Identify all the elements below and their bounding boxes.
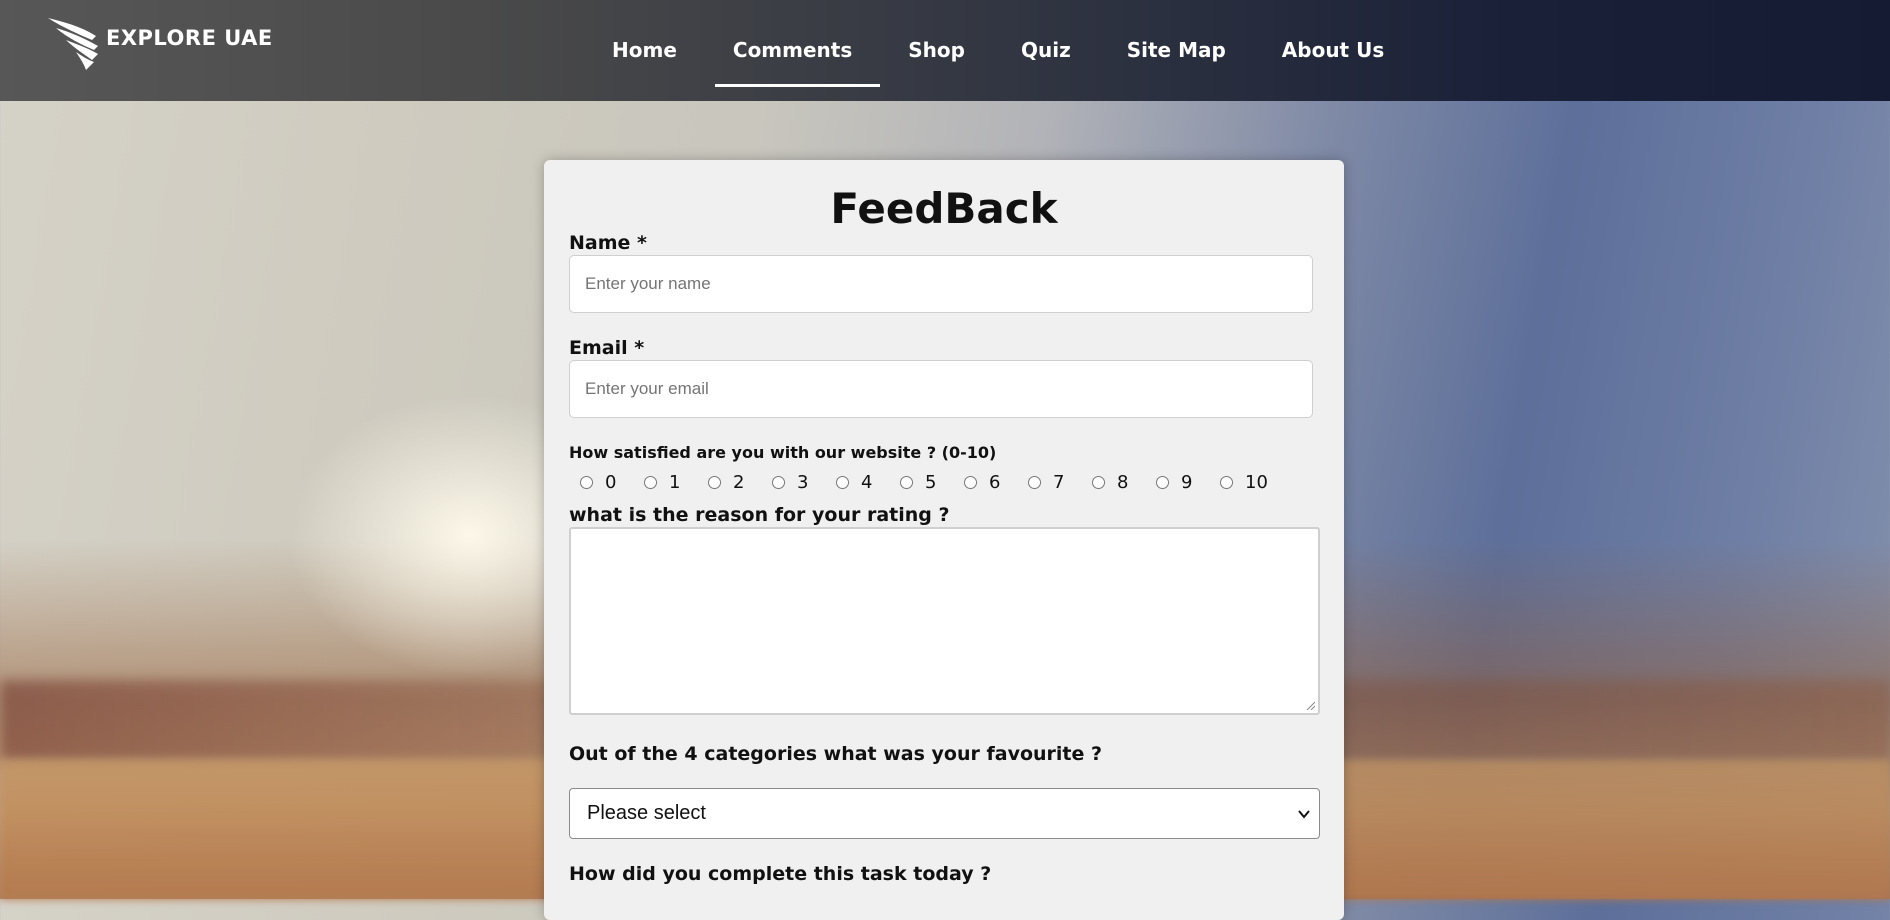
wing-icon <box>48 18 98 70</box>
nav-home[interactable]: Home <box>584 0 705 101</box>
page-title: FeedBack <box>830 184 1058 233</box>
nav-about-us[interactable]: About Us <box>1254 0 1412 101</box>
rating-option[interactable]: 5 <box>900 472 964 493</box>
name-label: Name * <box>569 232 647 254</box>
rating-option[interactable]: 1 <box>644 472 708 493</box>
logo-text: EXPLORE UAE <box>106 26 273 50</box>
rating-option[interactable]: 4 <box>836 472 900 493</box>
rating-option[interactable]: 0 <box>580 472 644 493</box>
resize-handle-icon[interactable] <box>1305 700 1315 710</box>
site-header: EXPLORE UAE Home Comments Shop Quiz Site… <box>0 0 1890 101</box>
radio-button[interactable] <box>1092 476 1105 489</box>
rating-option[interactable]: 2 <box>708 472 772 493</box>
rating-option[interactable]: 10 <box>1220 472 1284 493</box>
radio-button[interactable] <box>836 476 849 489</box>
nav-shop[interactable]: Shop <box>880 0 993 101</box>
radio-button[interactable] <box>964 476 977 489</box>
favourite-label: Out of the 4 categories what was your fa… <box>569 743 1103 765</box>
rating-option[interactable]: 6 <box>964 472 1028 493</box>
rating-option[interactable]: 3 <box>772 472 836 493</box>
nav-comments[interactable]: Comments <box>705 0 881 101</box>
reason-label: what is the reason for your rating ? <box>569 504 950 526</box>
main-nav: Home Comments Shop Quiz Site Map About U… <box>584 0 1412 101</box>
radio-button[interactable] <box>772 476 785 489</box>
favourite-select[interactable]: Please select <box>569 788 1320 839</box>
radio-button[interactable] <box>580 476 593 489</box>
radio-button[interactable] <box>1028 476 1041 489</box>
radio-button[interactable] <box>900 476 913 489</box>
radio-button[interactable] <box>708 476 721 489</box>
radio-button[interactable] <box>1220 476 1233 489</box>
task-label: How did you complete this task today ? <box>569 863 992 885</box>
name-field[interactable] <box>569 255 1313 313</box>
nav-site-map[interactable]: Site Map <box>1099 0 1254 101</box>
nav-quiz[interactable]: Quiz <box>993 0 1099 101</box>
reason-textarea[interactable] <box>569 527 1320 715</box>
satisfaction-radio-group: 0 1 2 3 4 5 6 7 8 9 10 <box>580 472 1284 493</box>
radio-button[interactable] <box>1156 476 1169 489</box>
radio-button[interactable] <box>644 476 657 489</box>
email-field[interactable] <box>569 360 1313 418</box>
rating-option[interactable]: 8 <box>1092 472 1156 493</box>
chevron-down-icon <box>1298 810 1310 819</box>
rating-option[interactable]: 9 <box>1156 472 1220 493</box>
feedback-card: FeedBack Name * Email * How satisfied ar… <box>544 160 1344 920</box>
email-label: Email * <box>569 337 645 359</box>
logo[interactable]: EXPLORE UAE <box>46 16 273 72</box>
satisfaction-label: How satisfied are you with our website ?… <box>569 443 997 462</box>
rating-option[interactable]: 7 <box>1028 472 1092 493</box>
select-value: Please select <box>587 802 706 824</box>
